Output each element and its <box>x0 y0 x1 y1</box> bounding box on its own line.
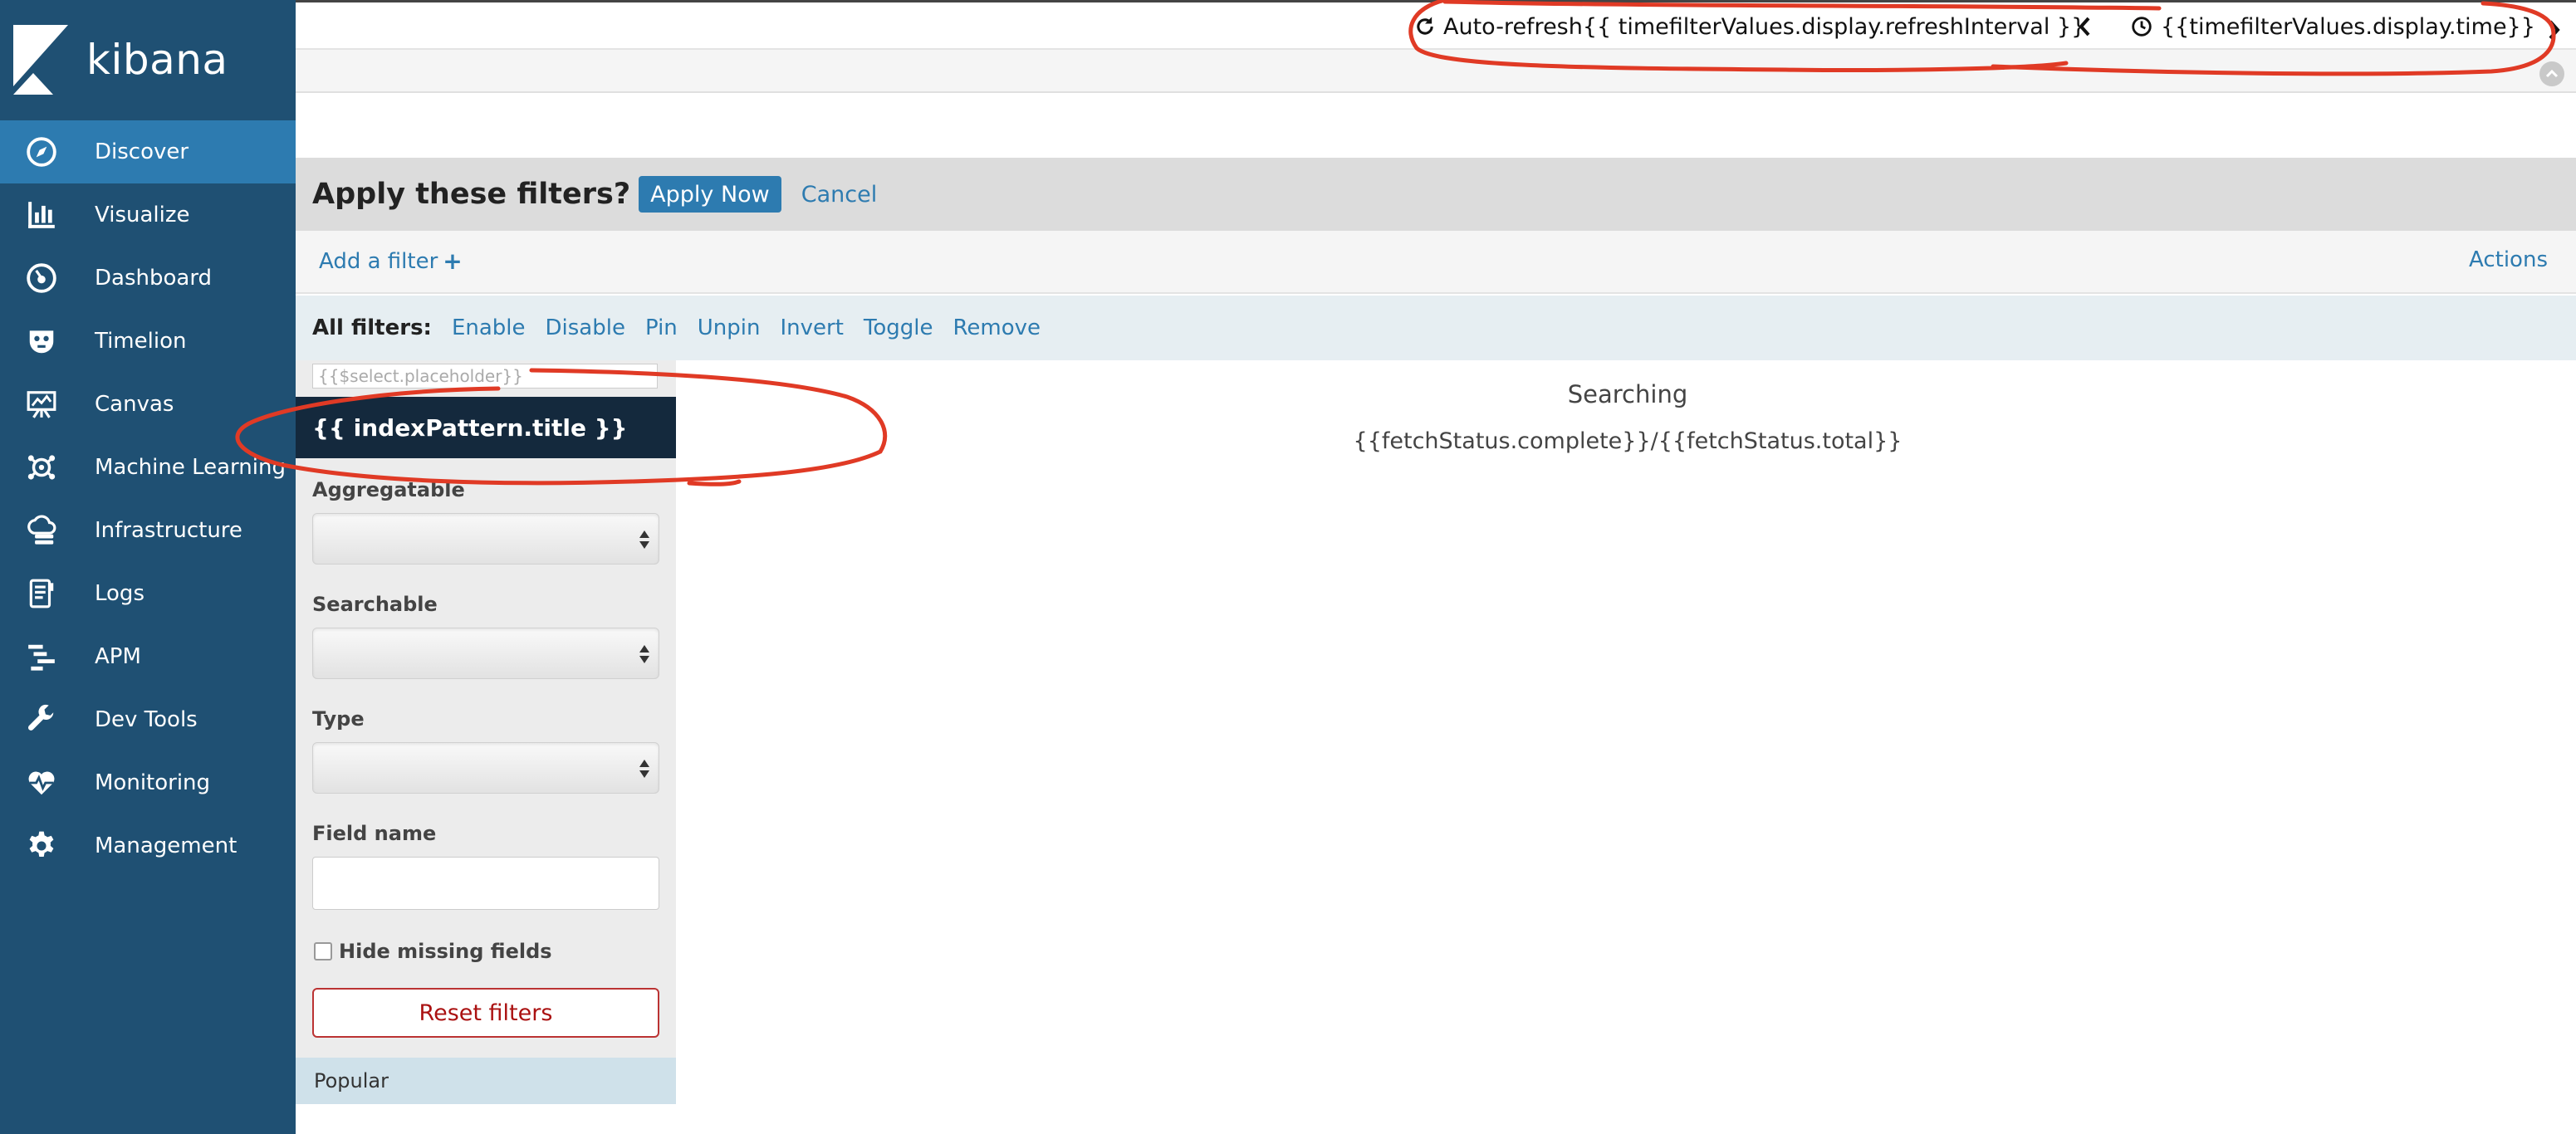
sidebar-item-label: Visualize <box>95 203 190 227</box>
sidebar-item-label: Management <box>95 833 238 858</box>
sidebar-item-label: Timelion <box>95 329 187 354</box>
sidebar-item-label: Dev Tools <box>95 707 198 732</box>
hide-missing-fields-row[interactable]: Hide missing fields <box>314 940 552 963</box>
type-label: Type <box>312 707 365 731</box>
select-arrows-icon <box>639 530 649 549</box>
collapse-toggle-button[interactable] <box>2539 61 2564 86</box>
timelion-mask-icon <box>0 310 95 373</box>
sidebar-item-label: Monitoring <box>95 770 211 795</box>
auto-refresh-label: Auto-refresh{{ timefilterValues.display.… <box>1443 13 2086 40</box>
type-select[interactable] <box>312 742 659 794</box>
wrench-icon <box>0 688 95 751</box>
kibana-logo[interactable]: kibana <box>13 25 228 95</box>
chevron-up-icon <box>2545 69 2559 78</box>
reset-filters-button[interactable]: Reset filters <box>312 988 659 1038</box>
compass-icon <box>0 120 95 183</box>
aggregatable-label: Aggregatable <box>312 478 465 501</box>
kibana-logo-icon <box>13 25 68 95</box>
sidebar-item-dev-tools[interactable]: Dev Tools <box>0 688 296 751</box>
sidebar-item-label: Machine Learning <box>95 455 286 480</box>
field-name-input[interactable] <box>312 857 659 910</box>
index-pattern-select[interactable]: {{$select.placeholder}} <box>312 364 658 389</box>
auto-refresh-button[interactable]: Auto-refresh{{ timefilterValues.display.… <box>1413 10 2085 43</box>
hide-missing-fields-label: Hide missing fields <box>339 940 552 963</box>
dashboard-gauge-icon <box>0 247 95 310</box>
sidebar-item-monitoring[interactable]: Monitoring <box>0 751 296 814</box>
apply-filters-title: Apply these filters? <box>312 178 631 211</box>
gear-icon <box>0 814 95 877</box>
all-filters-bar: All filters: Enable Disable Pin Unpin In… <box>296 296 2576 360</box>
sidebar: kibana Discover Visualize Dashboard Time… <box>0 0 296 1134</box>
logs-icon <box>0 562 95 625</box>
add-filter-label: Add a filter <box>319 248 438 274</box>
searching-status: Searching <box>1567 380 1688 408</box>
sidebar-item-management[interactable]: Management <box>0 814 296 877</box>
field-name-label: Field name <box>312 822 437 845</box>
popular-fields-header: Popular <box>296 1058 676 1104</box>
plus-icon: + <box>443 247 463 275</box>
sidebar-item-machine-learning[interactable]: Machine Learning <box>0 436 296 499</box>
time-picker-label: {{timefilterValues.display.time}} <box>2161 13 2535 40</box>
sidebar-item-label: Logs <box>95 581 144 606</box>
searchable-label: Searchable <box>312 593 438 616</box>
select-arrows-icon <box>639 760 649 778</box>
sidebar-item-canvas[interactable]: Canvas <box>0 373 296 436</box>
remove-all-filters-link[interactable]: Remove <box>953 315 1041 340</box>
time-step-forward-button[interactable] <box>2544 13 2563 46</box>
cancel-link[interactable]: Cancel <box>801 182 877 208</box>
sidebar-nav: Discover Visualize Dashboard Timelion Ca… <box>0 120 296 877</box>
apm-icon <box>0 625 95 688</box>
bar-chart-icon <box>0 183 95 247</box>
sidebar-item-label: Infrastructure <box>95 518 242 543</box>
sidebar-item-visualize[interactable]: Visualize <box>0 183 296 247</box>
disable-all-filters-link[interactable]: Disable <box>546 315 625 340</box>
toggle-all-filters-link[interactable]: Toggle <box>864 315 933 340</box>
index-pattern-title[interactable]: {{ indexPattern.title }} <box>296 397 676 458</box>
machine-learning-icon <box>0 436 95 499</box>
apply-now-button[interactable]: Apply Now <box>639 176 781 213</box>
all-filters-label: All filters: <box>312 315 432 340</box>
sidebar-item-label: APM <box>95 644 141 669</box>
sidebar-item-infrastructure[interactable]: Infrastructure <box>0 499 296 562</box>
searchable-select[interactable] <box>312 628 659 679</box>
heartbeat-icon <box>0 751 95 814</box>
pin-all-filters-link[interactable]: Pin <box>645 315 678 340</box>
field-sidebar: {{$select.placeholder}} {{ indexPattern.… <box>296 360 676 1104</box>
sidebar-item-logs[interactable]: Logs <box>0 562 296 625</box>
sidebar-item-dashboard[interactable]: Dashboard <box>0 247 296 310</box>
clock-icon <box>2132 17 2152 37</box>
aggregatable-select[interactable] <box>312 513 659 565</box>
sidebar-item-discover[interactable]: Discover <box>0 120 296 183</box>
infrastructure-icon <box>0 499 95 562</box>
time-step-back-button[interactable] <box>2076 10 2094 43</box>
brand-name: kibana <box>86 36 228 84</box>
query-bar <box>296 50 2576 93</box>
filter-actions-link[interactable]: Actions <box>2469 247 2548 272</box>
enable-all-filters-link[interactable]: Enable <box>452 315 526 340</box>
select-arrows-icon <box>639 645 649 663</box>
chevron-right-icon <box>2549 20 2560 40</box>
chevron-left-icon <box>2079 17 2090 37</box>
time-picker-button[interactable]: {{timefilterValues.display.time}} <box>2131 10 2535 43</box>
canvas-easel-icon <box>0 373 95 436</box>
invert-all-filters-link[interactable]: Invert <box>781 315 844 340</box>
filter-bar: Add a filter + Actions <box>296 231 2576 294</box>
unpin-all-filters-link[interactable]: Unpin <box>698 315 761 340</box>
add-filter-link[interactable]: Add a filter + <box>319 247 463 275</box>
hide-missing-fields-checkbox[interactable] <box>314 942 332 960</box>
apply-filters-bar: Apply these filters? Apply Now Cancel <box>296 158 2576 231</box>
sidebar-item-label: Discover <box>95 139 189 164</box>
refresh-icon <box>1417 17 1433 35</box>
sidebar-item-timelion[interactable]: Timelion <box>0 310 296 373</box>
top-border <box>296 0 2576 2</box>
sidebar-item-apm[interactable]: APM <box>0 625 296 688</box>
fetch-status-progress: {{fetchStatus.complete}}/{{fetchStatus.t… <box>1353 428 1903 454</box>
sidebar-item-label: Canvas <box>95 392 174 417</box>
sidebar-item-label: Dashboard <box>95 266 213 291</box>
